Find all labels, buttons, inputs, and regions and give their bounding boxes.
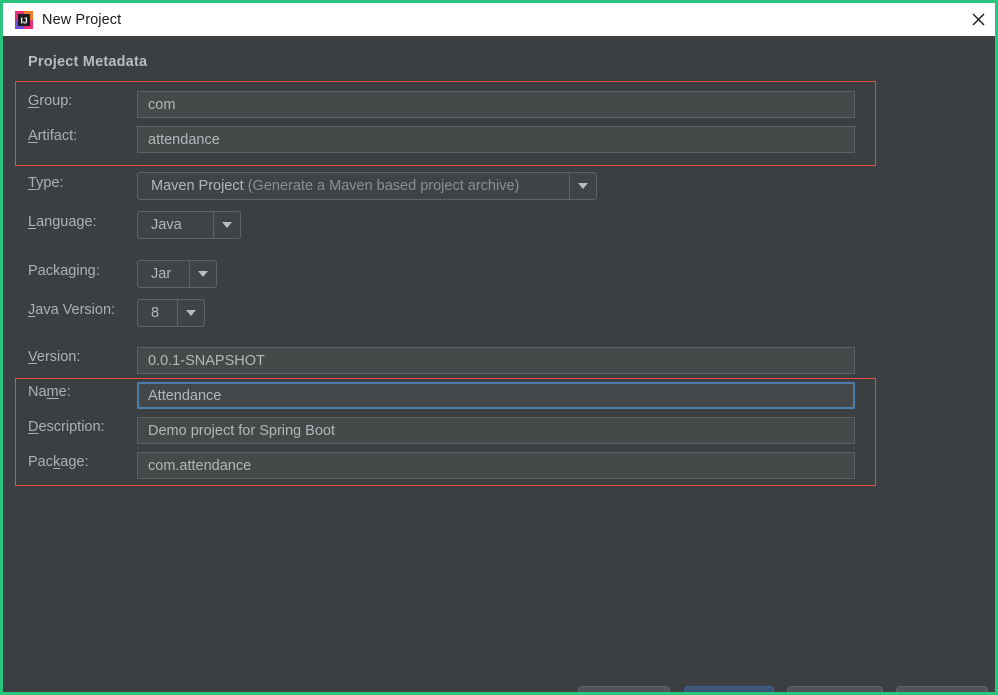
svg-text:IJ: IJ xyxy=(20,15,27,25)
chevron-down-icon[interactable] xyxy=(177,300,204,326)
version-label: Version: xyxy=(28,349,81,365)
title-bar: IJ New Project xyxy=(3,0,995,36)
dialog-body: Project Metadata Group: com Artifact: at… xyxy=(6,36,995,692)
package-input-value: com.attendance xyxy=(148,457,252,474)
java-version-combobox[interactable]: 8 xyxy=(137,299,205,327)
type-combobox[interactable]: Maven Project (Generate a Maven based pr… xyxy=(137,172,597,200)
name-label: Name: xyxy=(28,384,71,400)
close-icon[interactable] xyxy=(955,3,995,36)
name-input-value: Attendance xyxy=(148,387,222,404)
chevron-down-icon[interactable] xyxy=(189,261,216,287)
language-combobox[interactable]: Java xyxy=(137,211,241,239)
type-combobox-value: Maven Project (Generate a Maven based pr… xyxy=(151,178,520,194)
next-button[interactable]: Next xyxy=(684,686,774,692)
type-combobox-hint: (Generate a Maven based project archive) xyxy=(247,178,520,194)
intellij-idea-icon: IJ xyxy=(15,10,33,29)
cancel-button[interactable]: Cancel xyxy=(787,686,883,692)
group-label: Group: xyxy=(28,93,73,109)
chevron-down-icon[interactable] xyxy=(213,212,240,238)
package-label: Package: xyxy=(28,454,89,470)
window-title: New Project xyxy=(42,11,122,28)
java-version-label: Java Version: xyxy=(28,302,116,318)
package-input[interactable]: com.attendance xyxy=(137,452,855,479)
help-button[interactable]: Help xyxy=(896,686,988,692)
description-input-value: Demo project for Spring Boot xyxy=(148,422,335,439)
artifact-label: Artifact: xyxy=(28,128,78,144)
version-input-value: 0.0.1-SNAPSHOT xyxy=(148,352,265,369)
language-label: Language: xyxy=(28,214,97,230)
group-input[interactable]: com xyxy=(137,91,855,118)
chevron-down-icon[interactable] xyxy=(569,173,596,199)
java-version-combobox-value: 8 xyxy=(151,305,160,321)
page-title: Project Metadata xyxy=(28,54,148,70)
description-input[interactable]: Demo project for Spring Boot xyxy=(137,417,855,444)
description-label: Description: xyxy=(28,419,105,435)
packaging-combobox[interactable]: Jar xyxy=(137,260,217,288)
previous-button[interactable]: Previous xyxy=(578,686,670,692)
artifact-input[interactable]: attendance xyxy=(137,126,855,153)
packaging-combobox-value: Jar xyxy=(151,266,172,282)
type-label: Type: xyxy=(28,175,64,191)
name-input[interactable]: Attendance xyxy=(137,382,855,409)
packaging-label: Packaging: xyxy=(28,263,100,279)
version-input[interactable]: 0.0.1-SNAPSHOT xyxy=(137,347,855,374)
artifact-input-value: attendance xyxy=(148,131,220,148)
new-project-dialog: IJ New Project Project Metadata Group: c… xyxy=(0,0,998,695)
language-combobox-value: Java xyxy=(151,217,182,233)
group-input-value: com xyxy=(148,96,176,113)
